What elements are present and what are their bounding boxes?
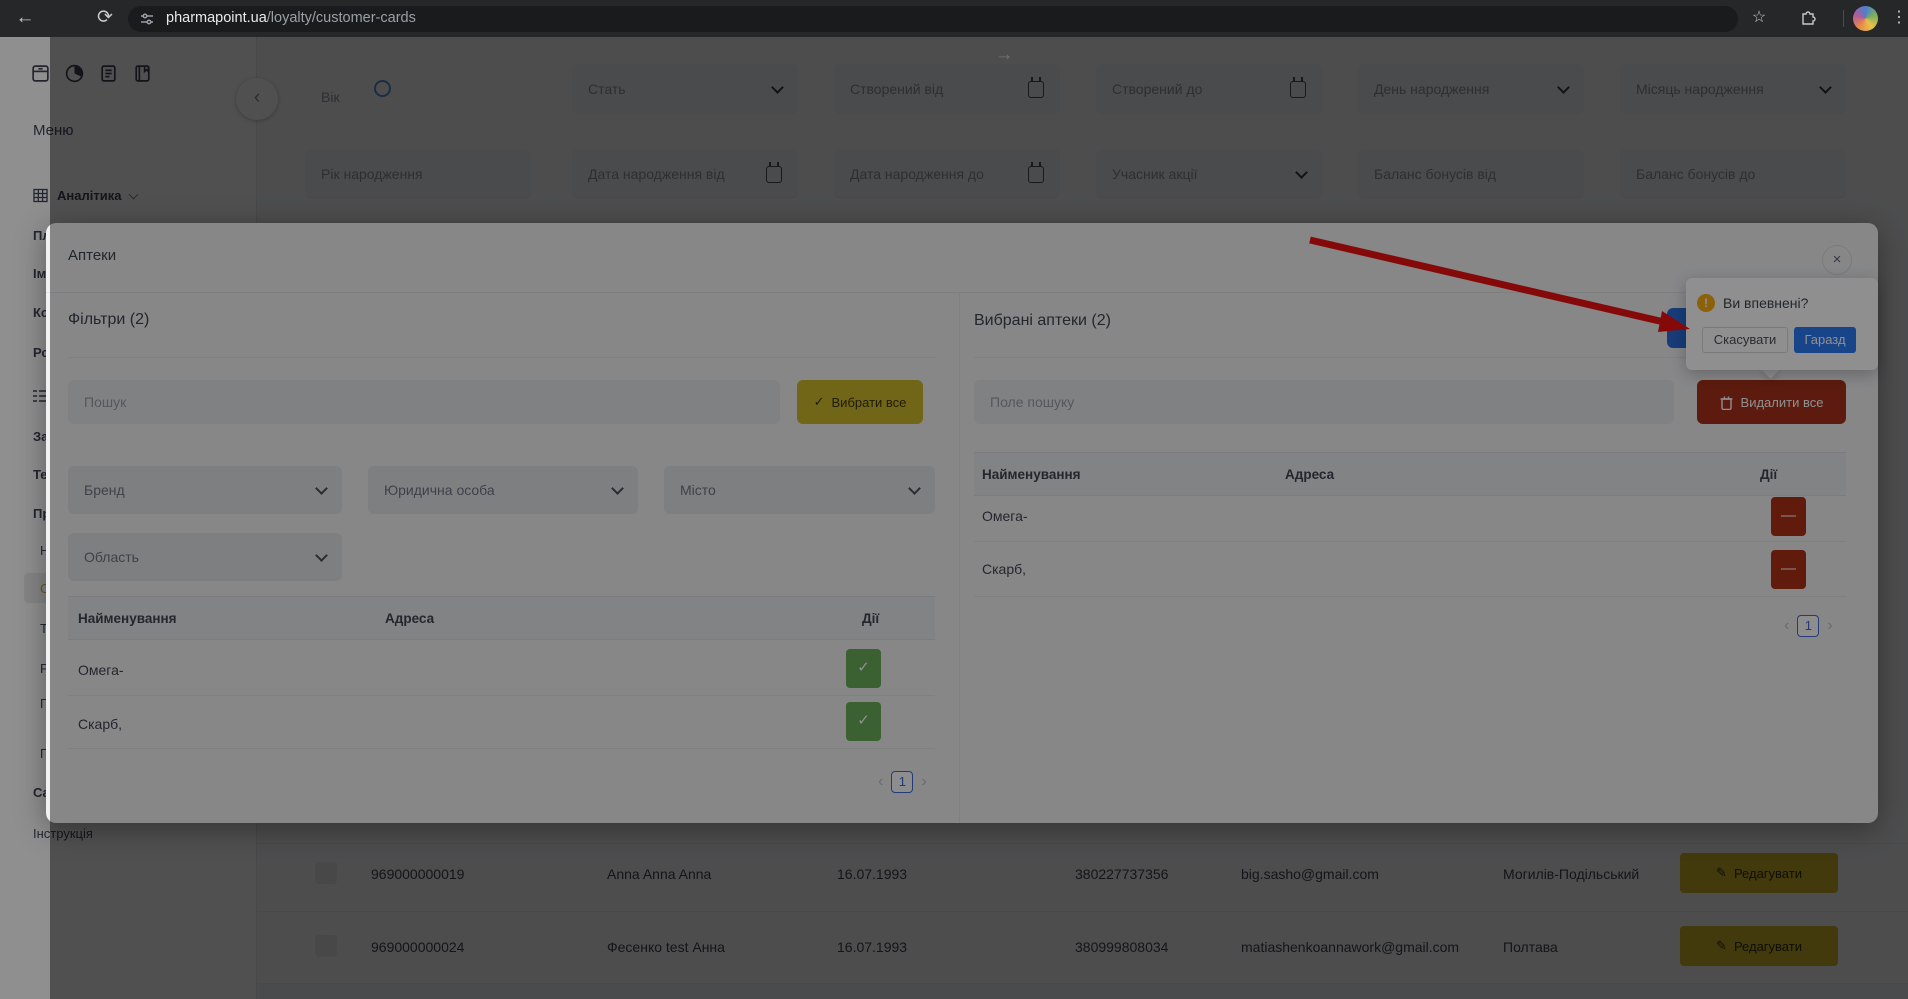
browser-forward-icon[interactable]: → [50, 37, 1908, 999]
extensions-puzzle-icon[interactable] [1793, 0, 1823, 37]
site-settings-icon[interactable] [140, 12, 154, 26]
address-bar[interactable]: pharmapoint.ua/loyalty/customer-cards [128, 6, 1738, 32]
browser-back-icon[interactable]: ← [10, 0, 40, 37]
browser-toolbar: ← → ⟳ pharmapoint.ua/loyalty/customer-ca… [0, 0, 1908, 37]
url-path: /loyalty/customer-cards [267, 10, 416, 26]
browser-menu-icon[interactable]: ⋮ [1884, 0, 1908, 37]
profile-avatar[interactable] [1853, 6, 1878, 31]
bookmark-star-icon[interactable]: ☆ [1744, 0, 1774, 37]
toolbar-separator [1843, 10, 1844, 27]
url-domain: pharmapoint.ua [166, 10, 267, 26]
screen: ← → ⟳ pharmapoint.ua/loyalty/customer-ca… [0, 0, 1908, 999]
browser-reload-icon[interactable]: ⟳ [90, 0, 120, 37]
url-text: pharmapoint.ua/loyalty/customer-cards [166, 6, 416, 32]
